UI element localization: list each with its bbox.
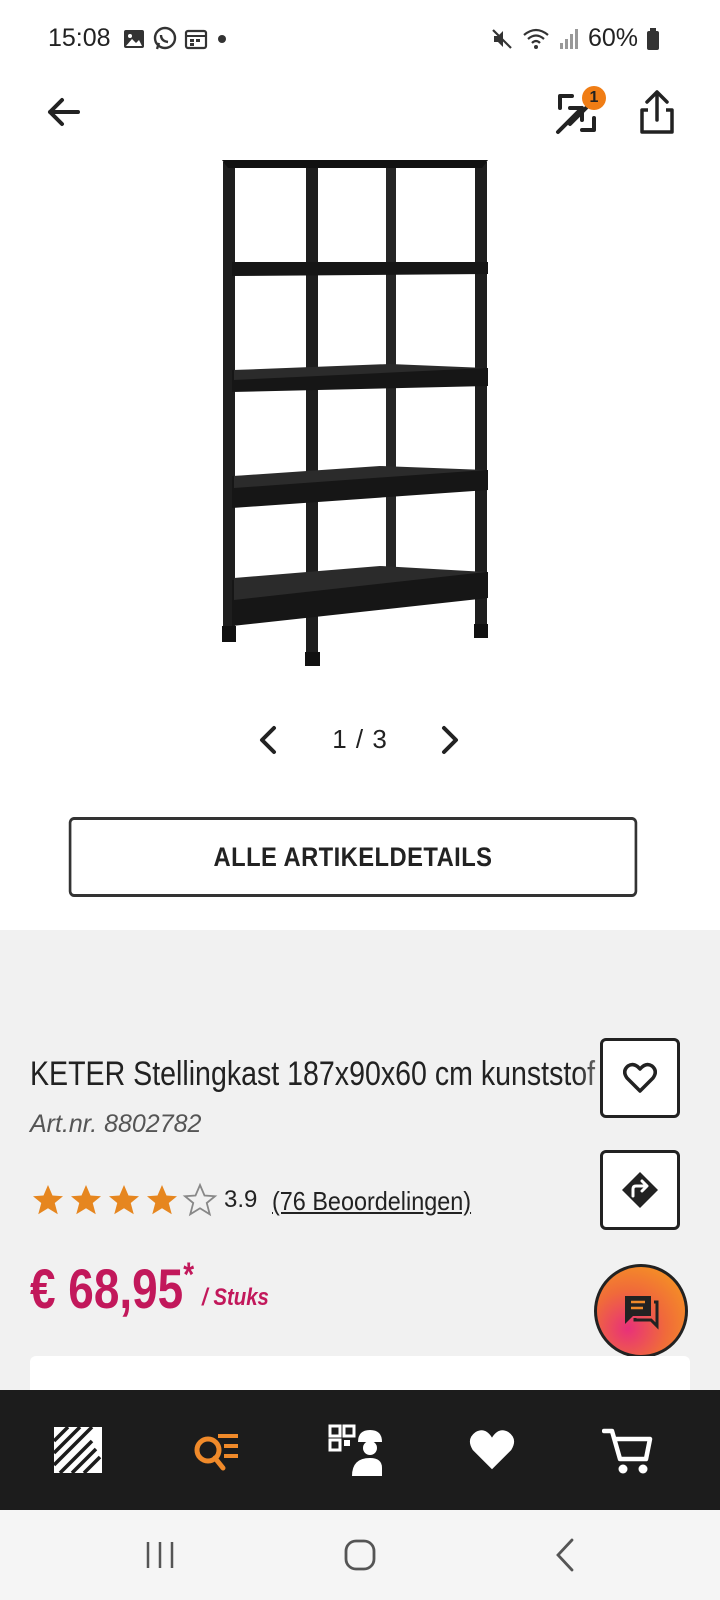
status-time: 15:08 — [48, 24, 111, 52]
all-details-button[interactable]: ALLE ARTIKELDETAILS — [68, 817, 638, 897]
signal-icon — [559, 28, 578, 49]
battery-icon — [647, 27, 659, 50]
share-icon — [640, 90, 674, 134]
rating-value: 3.9 — [224, 1186, 258, 1213]
price-value: € 68,95 — [30, 1257, 184, 1320]
qr-worker-icon — [328, 1424, 382, 1476]
home-logo-icon — [52, 1425, 102, 1475]
chat-button[interactable] — [594, 1264, 688, 1358]
star-filled-icon — [109, 1185, 139, 1215]
route-directions-button[interactable] — [600, 1150, 680, 1230]
product-price: € 68,95* — [30, 1256, 194, 1321]
price-asterisk: * — [183, 1256, 195, 1294]
article-number: Art.nr. 8802782 — [30, 1110, 202, 1138]
reviews-link[interactable]: (76 Beoordelingen) — [272, 1186, 471, 1217]
share-button[interactable] — [634, 88, 680, 138]
image-pager-indicator: 1 / 3 — [332, 724, 388, 754]
chevron-left-icon — [260, 726, 276, 754]
price-unit: / Stuks — [202, 1284, 269, 1311]
recent-apps-icon — [146, 1542, 174, 1568]
dot-icon — [218, 35, 226, 43]
status-system-icons: 60% — [490, 24, 660, 53]
compare-count-badge: 1 — [582, 86, 606, 110]
home-circle-icon — [344, 1539, 376, 1571]
nav-cart[interactable] — [588, 1410, 668, 1490]
mute-icon — [492, 28, 512, 49]
wifi-icon — [523, 28, 549, 49]
star-filled-icon — [71, 1185, 101, 1215]
nav-search[interactable] — [176, 1410, 256, 1490]
rating-stars — [30, 1182, 218, 1218]
back-chevron-icon — [556, 1538, 574, 1572]
chat-bubble-icon — [625, 1296, 659, 1330]
system-back-button[interactable] — [546, 1536, 586, 1574]
heart-outline-icon — [623, 1062, 657, 1093]
heart-icon — [469, 1430, 515, 1470]
search-list-icon — [194, 1434, 238, 1471]
status-bar: 15:08 60% — [0, 0, 720, 80]
calendar-icon — [184, 29, 208, 50]
image-next-button[interactable] — [428, 720, 468, 760]
compare-button[interactable]: 1 — [550, 86, 606, 140]
arrow-left-icon — [48, 98, 80, 126]
recent-apps-button[interactable] — [140, 1538, 180, 1572]
star-filled-icon — [147, 1185, 177, 1215]
nav-home[interactable] — [38, 1410, 118, 1490]
wishlist-button[interactable] — [600, 1038, 680, 1118]
image-prev-button[interactable] — [250, 720, 290, 760]
gallery-icon — [124, 30, 144, 48]
nav-wishlist[interactable] — [452, 1410, 532, 1490]
battery-percentage: 60% — [587, 24, 638, 52]
shelving-unit-image — [222, 160, 488, 666]
nav-scan-service[interactable] — [316, 1410, 396, 1490]
back-button[interactable] — [40, 88, 88, 136]
product-image[interactable] — [220, 158, 500, 666]
chevron-right-icon — [442, 726, 458, 754]
star-empty-icon — [182, 1182, 218, 1217]
status-notification-icons — [122, 26, 230, 52]
cart-icon — [602, 1428, 653, 1474]
bottom-navigation — [0, 1390, 720, 1510]
directions-icon — [622, 1172, 658, 1208]
whatsapp-icon — [153, 26, 177, 50]
system-navigation-bar — [0, 1510, 720, 1600]
product-title: KETER Stellingkast 187x90x60 cm kunststo… — [30, 1055, 596, 1093]
home-button[interactable] — [340, 1536, 380, 1574]
star-filled-icon — [33, 1185, 63, 1215]
